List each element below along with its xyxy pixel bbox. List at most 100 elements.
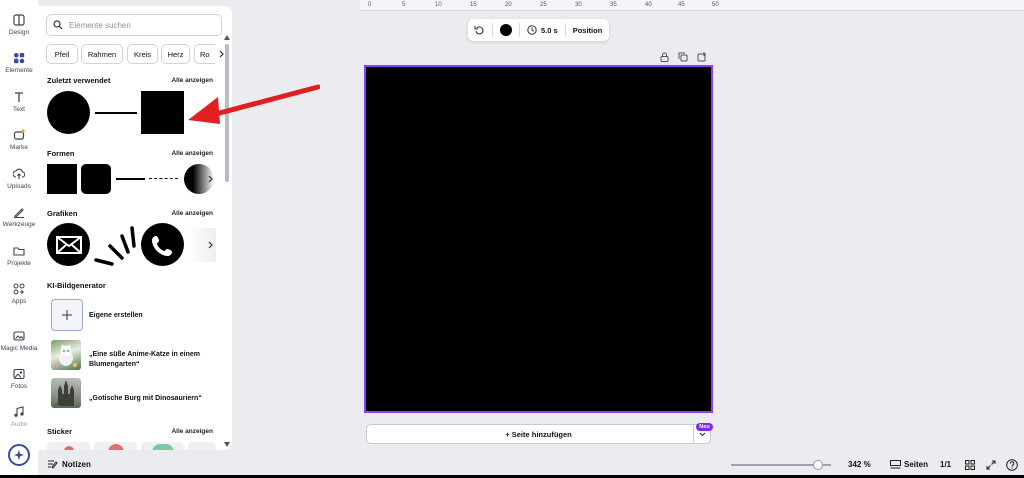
shapes-see-all-link[interactable]: Alle anzeigen (171, 150, 213, 157)
recent-square-shape[interactable] (141, 91, 184, 134)
magic-assistant-button[interactable] (8, 444, 30, 466)
rail-item-brand[interactable]: Marke (0, 129, 38, 151)
pages-icon[interactable] (890, 460, 901, 469)
plus-icon (62, 310, 72, 320)
shape-rounded-square[interactable] (81, 164, 111, 194)
ruler-tick: 20 (505, 2, 512, 8)
rail-item-audio[interactable]: Audio (0, 406, 38, 428)
chevron-right-icon (208, 241, 213, 249)
ai-item-castle-label[interactable]: „Gotische Burg mit Dinosauriern“ (89, 394, 214, 404)
shape-dashed-line[interactable] (149, 178, 178, 179)
design-canvas[interactable] (364, 65, 713, 413)
recent-line-shape[interactable] (95, 112, 137, 114)
upload-icon (13, 168, 25, 179)
sticker-thumb[interactable] (94, 442, 137, 450)
fullscreen-icon[interactable] (986, 460, 996, 470)
rail-label: Marke (9, 144, 29, 151)
rail-label: Uploads (7, 183, 31, 190)
text-icon (15, 92, 23, 102)
rail-label: Elemente (5, 67, 33, 74)
lock-icon[interactable] (660, 52, 669, 62)
notes-button[interactable]: Notizen (47, 459, 91, 469)
ai-cat-thumbnail[interactable] (51, 340, 81, 370)
scroll-down-icon[interactable] (224, 442, 230, 447)
rail-label: Text (13, 106, 25, 113)
ruler-tick: 10 (435, 2, 442, 8)
rail-label: Apps (11, 298, 27, 305)
rail-item-elements[interactable]: Elemente (0, 52, 38, 74)
sparkle-icon (14, 450, 24, 460)
ai-create-button[interactable] (51, 299, 83, 331)
chip-rahmen[interactable]: Rahmen (81, 44, 123, 64)
audio-icon (14, 406, 24, 417)
rail-item-tools[interactable]: Werkzeuge (0, 206, 38, 228)
rail-label: Werkzeuge (2, 221, 36, 228)
add-page-icon[interactable] (697, 52, 707, 62)
recent-see-all-link[interactable]: Alle anzeigen (171, 77, 213, 84)
brand-icon (13, 129, 25, 140)
graphic-mail[interactable] (47, 223, 90, 266)
position-button[interactable]: Position (573, 26, 603, 35)
ruler-tick: 5 (402, 2, 406, 8)
duration-label[interactable]: 5.0 s (541, 26, 558, 35)
chip-pfeil[interactable]: Pfeil (46, 44, 78, 64)
sticker-thumb[interactable] (47, 442, 90, 450)
sticker-thumb[interactable] (141, 442, 184, 450)
graphic-emphasis-lines[interactable] (94, 226, 138, 266)
chip-kreis[interactable]: Kreis (127, 44, 158, 64)
rail-item-text[interactable]: Text (0, 91, 38, 113)
notes-label: Notizen (62, 459, 91, 469)
rail-item-apps[interactable]: Apps (0, 283, 38, 305)
rail-item-photos[interactable]: Fotos (0, 368, 38, 390)
add-page-button[interactable]: + Seite hinzufügen (366, 424, 711, 444)
graphics-see-all-link[interactable]: Alle anzeigen (171, 210, 213, 217)
new-badge: Neu (696, 423, 713, 431)
pages-button[interactable]: Seiten (904, 460, 928, 469)
rail-label: Magic Media (0, 345, 38, 352)
clock-icon[interactable] (527, 25, 537, 35)
folder-icon (13, 247, 25, 256)
sticker-see-all-link[interactable]: Alle anzeigen (171, 428, 213, 435)
rail-label: Fotos (10, 383, 28, 390)
ruler-tick: 15 (470, 2, 477, 8)
toolbar-divider (519, 23, 520, 37)
shapes-next-button[interactable] (204, 169, 218, 189)
section-ai-title: KI-Bildgenerator (47, 281, 106, 290)
rail-item-projects[interactable]: Projekte (0, 245, 38, 267)
duplicate-icon[interactable] (678, 52, 688, 62)
shape-square[interactable] (47, 164, 77, 194)
envelope-icon (55, 235, 82, 254)
fill-color-swatch[interactable] (500, 24, 512, 36)
recent-circle-shape[interactable] (47, 91, 90, 134)
rail-label: Audio (10, 421, 28, 428)
chip-ro[interactable]: Ro (194, 44, 216, 64)
rail-item-uploads[interactable]: Uploads (0, 168, 38, 190)
ai-create-label[interactable]: Eigene erstellen (89, 311, 143, 321)
help-icon[interactable] (1006, 459, 1018, 471)
zoom-slider-handle[interactable] (813, 460, 823, 470)
chevron-down-icon (699, 432, 705, 436)
rail-label: Projekte (7, 260, 31, 267)
color-replace-icon[interactable] (474, 25, 485, 36)
ruler-tick: 30 (575, 2, 582, 8)
graphic-phone[interactable] (141, 223, 184, 266)
ruler-tick: 25 (540, 2, 547, 8)
scroll-up-icon[interactable] (224, 35, 230, 40)
shape-line[interactable] (116, 178, 145, 180)
zoom-level[interactable]: 342 % (848, 460, 871, 469)
rail-item-design[interactable]: Design (0, 14, 38, 36)
notes-icon (48, 460, 58, 469)
grid-view-icon[interactable] (965, 460, 975, 470)
ruler-tick: 35 (610, 2, 617, 8)
search-placeholder: Elemente suchen (69, 20, 131, 30)
ai-item-cat-label[interactable]: „Eine süße Anime-Katze in einem Blumenga… (89, 350, 214, 370)
top-ruler: 0 5 10 15 20 25 30 35 40 45 50 (360, 0, 1024, 11)
search-input[interactable]: Elemente suchen (46, 14, 222, 36)
chip-herz[interactable]: Herz (161, 44, 190, 64)
graphics-next-button[interactable] (204, 235, 218, 255)
canvas-page-actions (660, 52, 707, 62)
sticker-thumb[interactable] (188, 442, 216, 450)
ai-castle-thumbnail[interactable] (51, 378, 81, 408)
rail-item-magic-media[interactable]: Magic Media (0, 330, 38, 352)
left-rail: Design Elemente Text Marke Uploads Werkz… (0, 0, 38, 478)
